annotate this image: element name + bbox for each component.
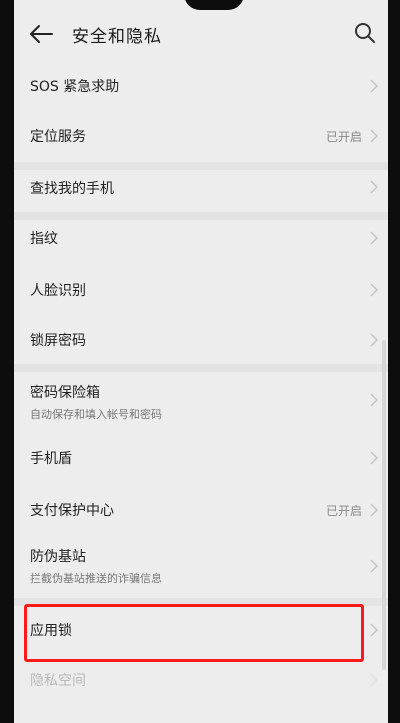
chevron-right-icon xyxy=(370,129,378,143)
list-item-anti-fake-base-station[interactable]: 防伪基站 拦截伪基站推送的诈骗信息 xyxy=(14,534,388,598)
item-subtitle: 自动保存和填入帐号和密码 xyxy=(30,408,162,421)
item-label: 定位服务 xyxy=(30,129,86,145)
list-item-payment-protection[interactable]: 支付保护中心 已开启 xyxy=(14,484,388,534)
status-value: 已开启 xyxy=(325,130,362,144)
chevron-right-icon xyxy=(370,559,378,573)
chevron-right-icon xyxy=(370,231,378,245)
list-item-face-recognition[interactable]: 人脸识别 xyxy=(14,264,388,314)
chevron-right-icon xyxy=(370,673,378,687)
list-item-lock-screen-password[interactable]: 锁屏密码 xyxy=(14,314,388,364)
list-item-sos[interactable]: SOS 紧急求助 xyxy=(14,62,388,110)
item-label: 密码保险箱 xyxy=(30,385,100,401)
page-title: 安全和隐私 xyxy=(72,27,162,47)
list-item-private-space[interactable]: 隐私空间 xyxy=(14,660,388,704)
status-value: 已开启 xyxy=(325,504,362,518)
chevron-right-icon xyxy=(370,503,378,517)
chevron-right-icon xyxy=(370,79,378,93)
item-label: 锁屏密码 xyxy=(30,333,86,349)
highlight-box xyxy=(24,604,364,662)
list-item-password-vault[interactable]: 密码保险箱 自动保存和填入帐号和密码 xyxy=(14,368,388,432)
chevron-right-icon xyxy=(370,180,378,194)
item-subtitle: 拦截伪基站推送的诈骗信息 xyxy=(30,572,162,585)
item-label: 查找我的手机 xyxy=(30,181,114,197)
search-icon[interactable] xyxy=(354,22,376,44)
list-item-find-my-phone[interactable]: 查找我的手机 xyxy=(14,164,388,210)
item-label: 支付保护中心 xyxy=(30,503,114,519)
app-header: 安全和隐私 xyxy=(14,0,388,62)
chevron-right-icon xyxy=(370,623,378,637)
item-label: 指纹 xyxy=(30,231,58,247)
scrollbar[interactable] xyxy=(382,340,386,670)
settings-screen: 安全和隐私 SOS 紧急求助 定位服务 已开启 查找我的手机 指纹 人脸识别 锁… xyxy=(14,0,388,723)
list-item-location[interactable]: 定位服务 已开启 xyxy=(14,110,388,162)
chevron-right-icon xyxy=(370,333,378,347)
chevron-right-icon xyxy=(370,393,378,407)
item-label: 防伪基站 xyxy=(30,549,86,565)
item-label: SOS 紧急求助 xyxy=(30,79,120,95)
chevron-right-icon xyxy=(370,283,378,297)
item-label: 人脸识别 xyxy=(30,283,86,299)
list-item-fingerprint[interactable]: 指纹 xyxy=(14,214,388,264)
item-label: 手机盾 xyxy=(30,451,72,467)
chevron-right-icon xyxy=(370,451,378,465)
list-item-phone-shield[interactable]: 手机盾 xyxy=(14,432,388,484)
item-label: 隐私空间 xyxy=(30,673,86,689)
back-arrow-icon[interactable] xyxy=(28,22,54,46)
